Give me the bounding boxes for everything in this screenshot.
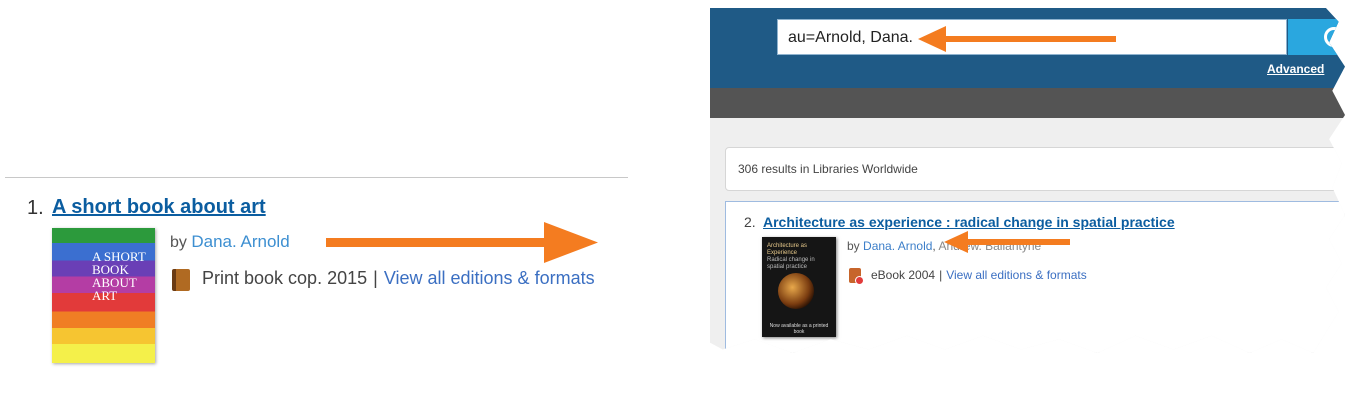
result-title-link[interactable]: Architecture as experience : radical cha…	[763, 214, 1175, 230]
results-count: 306 results in Libraries Worldwide	[738, 162, 918, 176]
cover-artwork	[778, 273, 814, 309]
print-book-icon	[172, 269, 190, 291]
format-text: Print book cop. 2015	[202, 268, 368, 288]
cover-title: Architecture as Experience Radical change…	[767, 243, 815, 270]
author-link[interactable]: Dana. Arnold	[863, 239, 932, 253]
result-title-link[interactable]: A short book about art	[52, 196, 266, 219]
result-item: 2. Architecture as experience : radical …	[725, 201, 1345, 353]
cover-title: A SHORT BOOK ABOUT ART	[92, 249, 146, 303]
book-cover-image[interactable]: Architecture as Experience Radical change…	[762, 237, 836, 337]
by-label: by	[170, 234, 187, 251]
view-editions-link[interactable]: View all editions & formats	[384, 268, 595, 288]
author-link[interactable]: Dana. Arnold	[191, 232, 289, 251]
results-panel: 306 results in Libraries Worldwide 2. Ar…	[710, 8, 1345, 353]
format-line: eBook 2004 | View all editions & formats	[871, 268, 1087, 282]
view-editions-link[interactable]: View all editions & formats	[946, 268, 1087, 282]
result-number: 1.	[27, 197, 44, 219]
divider	[5, 177, 628, 178]
format-line: Print book cop. 2015 | View all editions &…	[202, 268, 595, 289]
ebook-icon	[849, 268, 864, 285]
cover-footer: Now available as a printed book	[769, 323, 829, 335]
separator: |	[939, 268, 943, 282]
separator: |	[373, 268, 378, 288]
arrow-right-icon	[326, 222, 598, 263]
book-cover-image[interactable]: A SHORT BOOK ABOUT ART	[52, 228, 155, 363]
by-label: by	[847, 239, 860, 253]
format-text: eBook 2004	[871, 268, 936, 282]
author-line: by Dana. Arnold	[170, 232, 290, 252]
arrow-left-icon	[944, 231, 1070, 253]
result-number: 2.	[744, 214, 756, 230]
arrow-left-icon	[918, 26, 1116, 52]
results-summary-bar: 306 results in Libraries Worldwide	[725, 147, 1345, 191]
